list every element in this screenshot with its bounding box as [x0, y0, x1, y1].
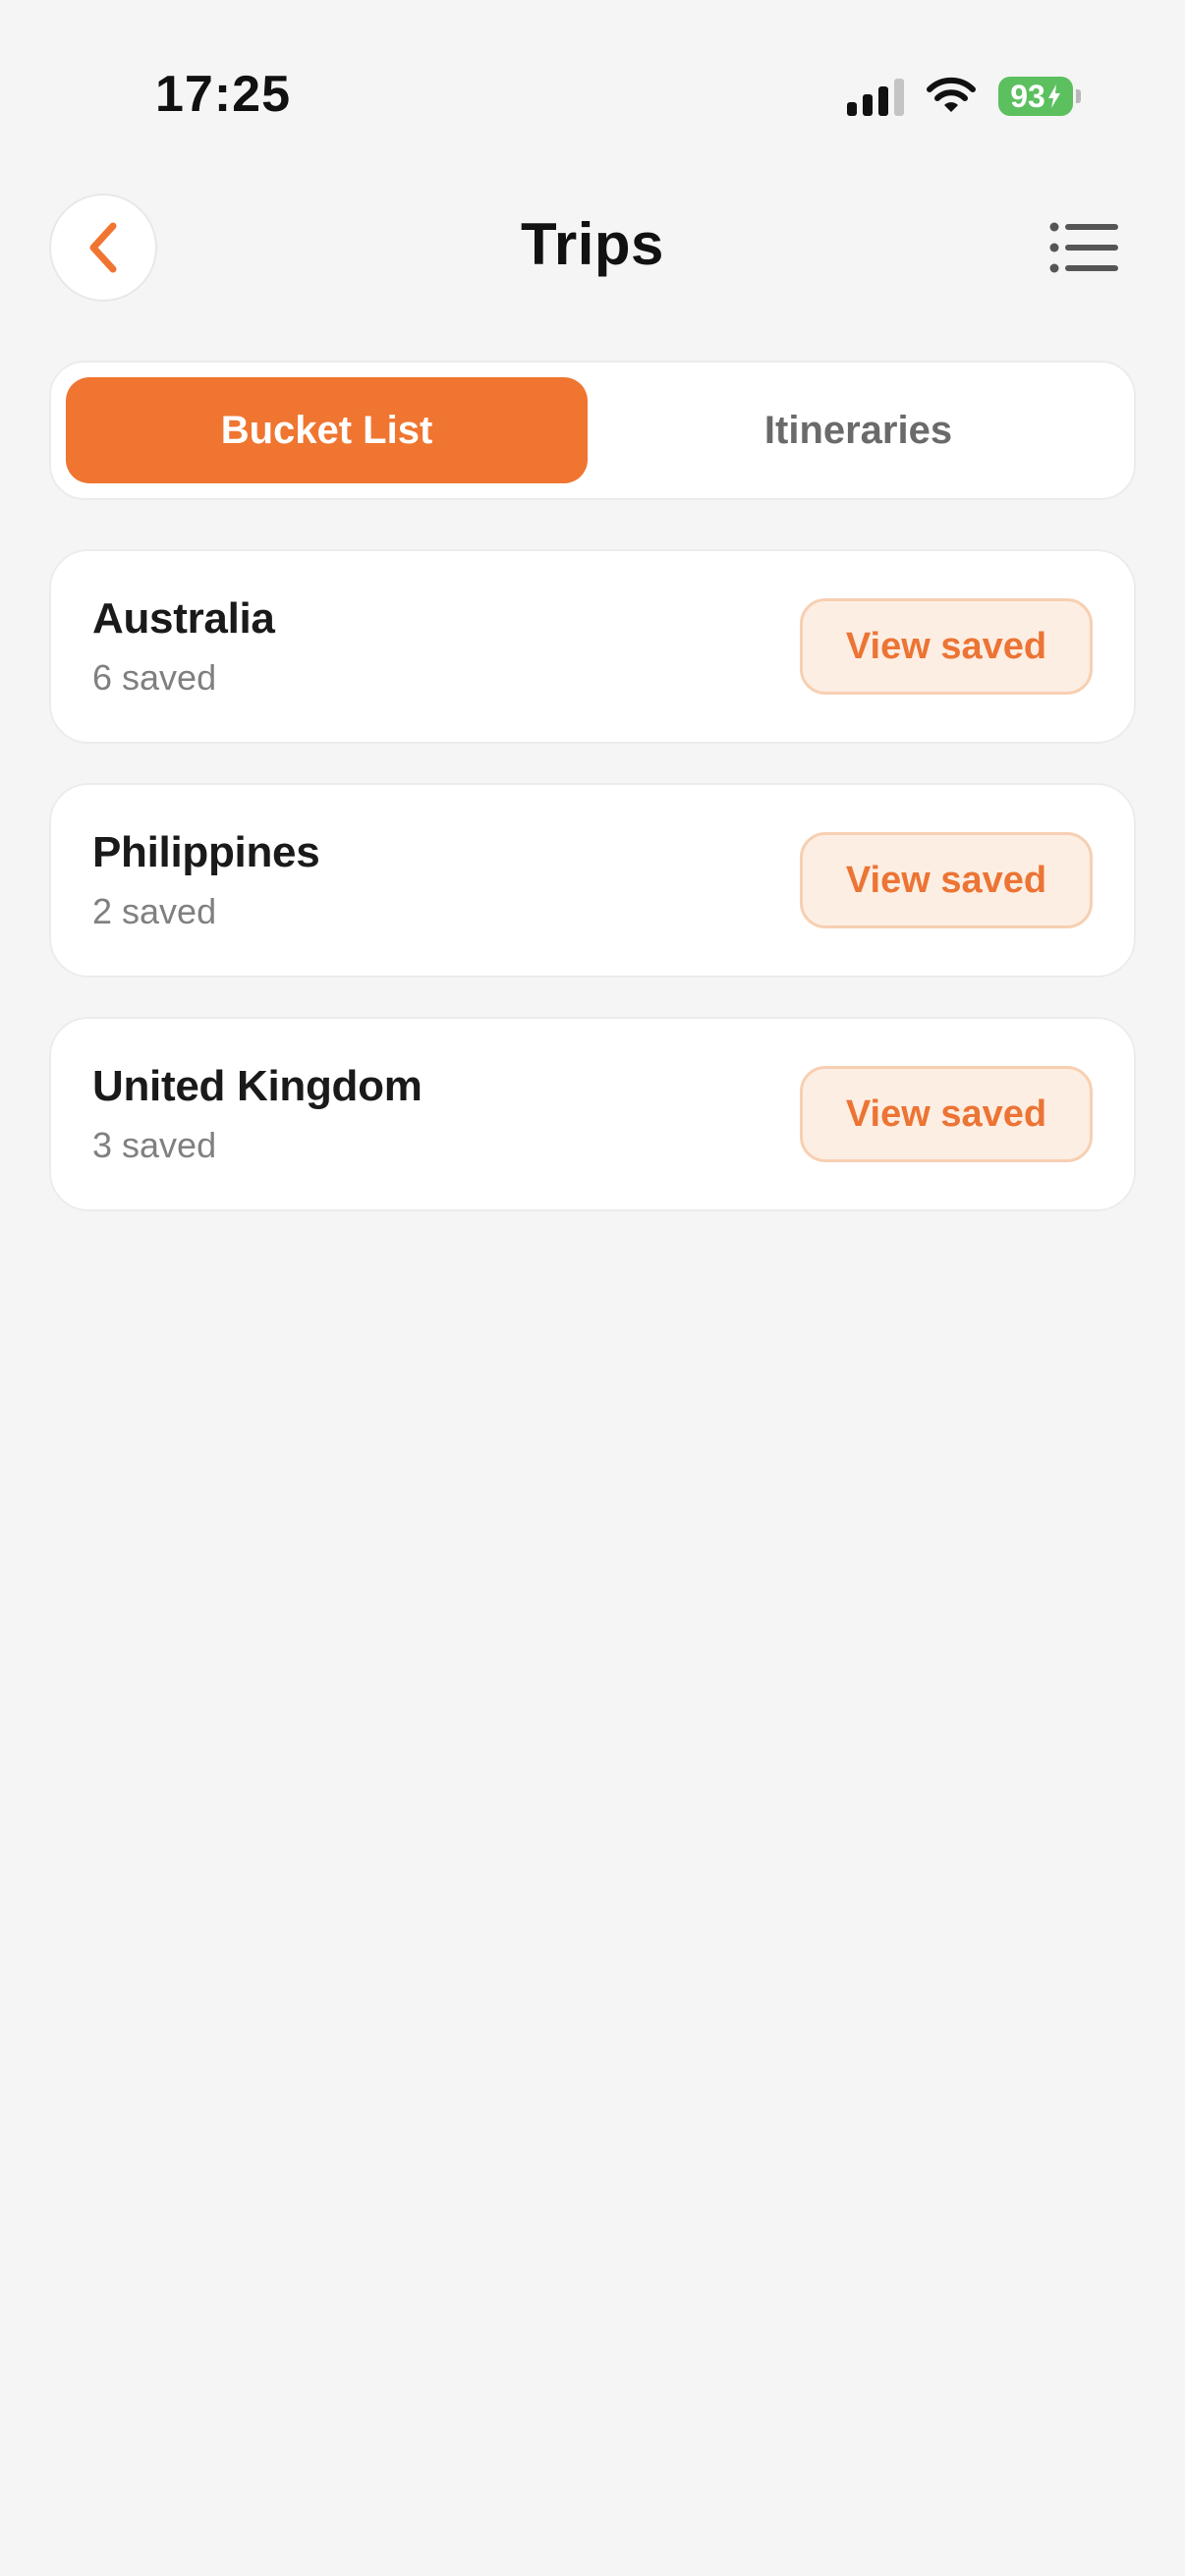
tab-bucket-list[interactable]: Bucket List: [66, 377, 588, 483]
destination-card-philippines[interactable]: Philippines 2 saved View saved: [49, 783, 1136, 978]
cellular-signal-icon: [847, 77, 904, 116]
saved-count: 6 saved: [92, 657, 217, 698]
destination-name: Philippines: [92, 828, 320, 876]
wifi-icon: [927, 77, 976, 112]
destination-card-australia[interactable]: Australia 6 saved View saved: [49, 549, 1136, 744]
view-saved-button[interactable]: View saved: [800, 1066, 1093, 1162]
list-icon: [1049, 222, 1118, 273]
bolt-icon: [1047, 84, 1060, 108]
tab-itineraries[interactable]: Itineraries: [597, 377, 1119, 483]
view-saved-button[interactable]: View saved: [800, 598, 1093, 695]
battery-charging-icon: 93: [998, 77, 1081, 116]
saved-count: 2 saved: [92, 891, 217, 931]
page-title: Trips: [521, 211, 664, 277]
destination-name: United Kingdom: [92, 1062, 423, 1110]
trips-screen: 17:25 93 Trips Bucket List Itineraries A…: [0, 0, 1185, 2576]
menu-button[interactable]: [1049, 222, 1120, 273]
status-time: 17:25: [155, 66, 291, 123]
saved-count: 3 saved: [92, 1125, 217, 1165]
battery-level: 93: [1010, 78, 1045, 114]
status-icons: 93: [847, 73, 1081, 120]
view-saved-button[interactable]: View saved: [800, 832, 1093, 928]
destination-card-united-kingdom[interactable]: United Kingdom 3 saved View saved: [49, 1017, 1136, 1211]
destination-name: Australia: [92, 594, 275, 643]
trips-tab-bar: Bucket List Itineraries: [49, 361, 1136, 500]
